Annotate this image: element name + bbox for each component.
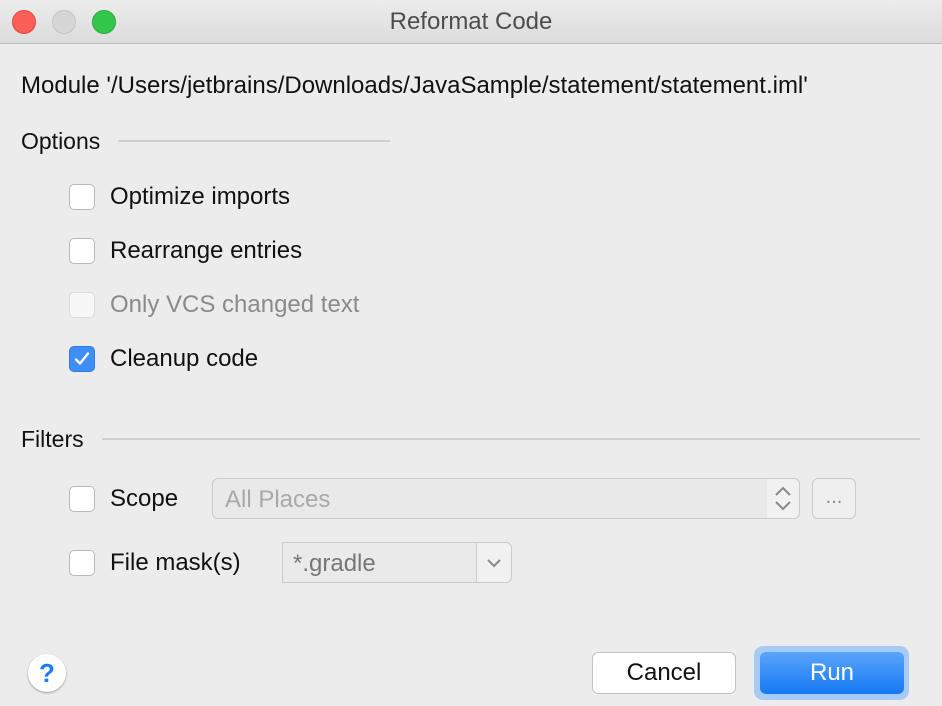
rearrange-entries-label[interactable]: Rearrange entries [110,237,302,265]
title-bar: Reformat Code [0,0,942,44]
cleanup-code-label[interactable]: Cleanup code [110,345,258,373]
scope-checkbox[interactable] [69,486,95,512]
help-button[interactable]: ? [28,654,66,692]
options-heading: Options [21,128,101,154]
up-down-chevron-icon [767,479,799,518]
optimize-imports-checkbox[interactable] [69,184,95,210]
module-path-label: Module '/Users/jetbrains/Downloads/JavaS… [21,72,808,99]
file-mask-checkbox[interactable] [69,550,95,576]
filters-heading: Filters [21,426,84,452]
filters-separator [102,438,920,440]
scope-select[interactable]: All Places [212,478,800,519]
checkmark-icon [74,352,90,365]
file-mask-combo[interactable]: *.gradle [282,542,512,583]
only-vcs-changed-text-label: Only VCS changed text [110,291,360,318]
cleanup-code-checkbox[interactable] [69,346,95,372]
options-separator [118,140,390,142]
window-title: Reformat Code [389,8,553,35]
rearrange-entries-checkbox[interactable] [69,238,95,264]
scope-browse-button[interactable]: ... [812,478,856,519]
file-mask-label[interactable]: File mask(s) [110,549,241,577]
only-vcs-changed-text-checkbox [69,292,95,318]
run-button[interactable]: Run [760,652,904,694]
cancel-button[interactable]: Cancel [592,652,736,694]
file-mask-value: *.gradle [293,550,376,577]
chevron-down-icon[interactable] [476,543,511,582]
scope-label[interactable]: Scope [110,485,178,513]
optimize-imports-label[interactable]: Optimize imports [110,183,290,211]
scope-value: All Places [225,486,331,513]
